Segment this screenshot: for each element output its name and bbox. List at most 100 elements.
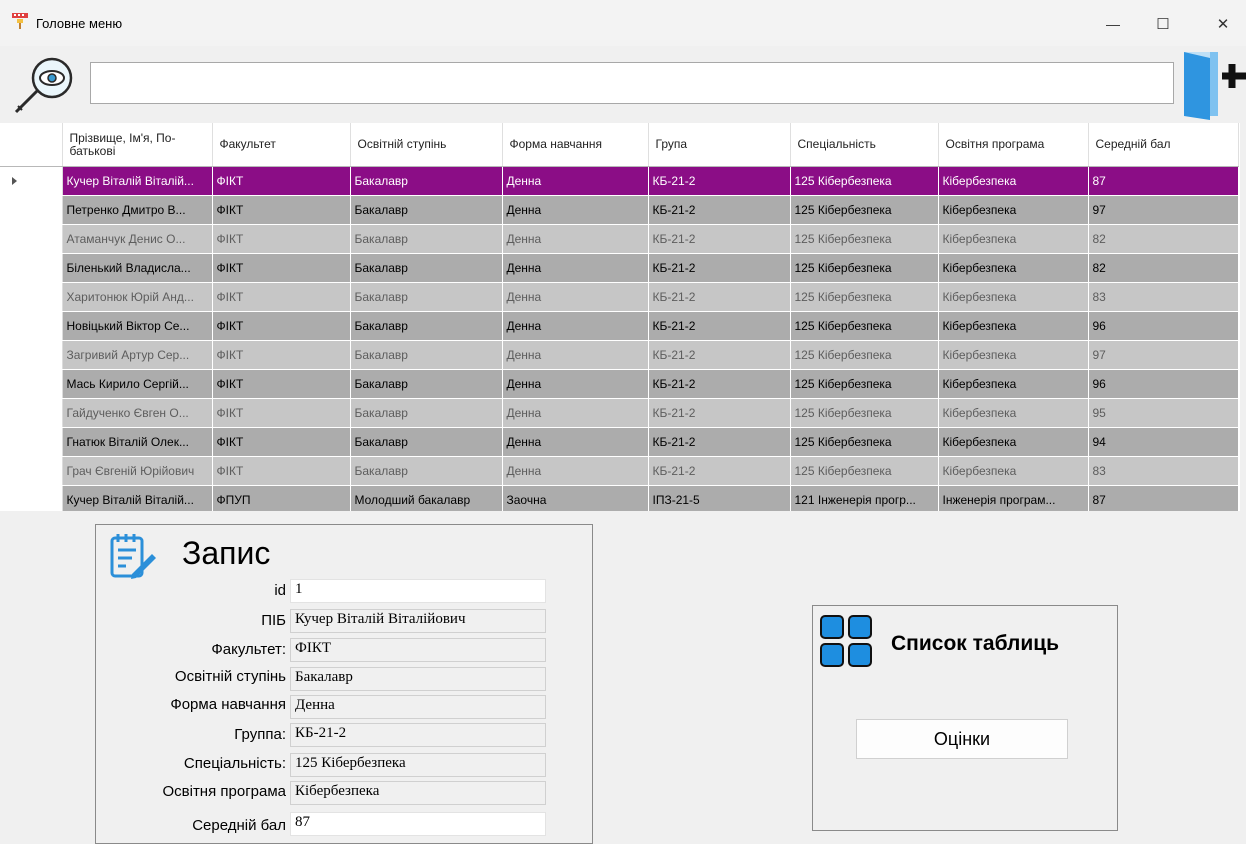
cell-program[interactable]: Кібербезпека	[938, 224, 1089, 254]
cell-program[interactable]: Кібербезпека	[938, 398, 1089, 428]
row-header[interactable]	[0, 253, 63, 283]
cell-average[interactable]: 97	[1088, 340, 1239, 370]
row-header[interactable]	[0, 340, 63, 370]
cell-program[interactable]: Кібербезпека	[938, 427, 1089, 457]
col-header-average[interactable]: Середній бал	[1088, 123, 1239, 167]
cell-study-form[interactable]: Денна	[502, 340, 649, 370]
field-degree[interactable]: Бакалавр	[290, 667, 546, 691]
cell-study-form[interactable]: Денна	[502, 166, 649, 196]
cell-specialty[interactable]: 125 Кібербезпека	[790, 340, 939, 370]
cell-average[interactable]: 83	[1088, 456, 1239, 486]
cell-specialty[interactable]: 125 Кібербезпека	[790, 311, 939, 341]
cell-specialty[interactable]: 125 Кібербезпека	[790, 166, 939, 196]
cell-faculty[interactable]: ФІКТ	[212, 224, 351, 254]
cell-faculty[interactable]: ФПУП	[212, 485, 351, 511]
table-row[interactable]: Атаманчук Денис О... ФІКТ Бакалавр Денна КБ-…	[0, 224, 1239, 254]
cell-study-form[interactable]: Заочна	[502, 485, 649, 511]
cell-specialty[interactable]: 125 Кібербезпека	[790, 195, 939, 225]
table-row[interactable]: Гнатюк Віталій Олек... ФІКТ Бакалавр Денна К…	[0, 427, 1239, 457]
col-header-study-form[interactable]: Форма навчання	[502, 123, 649, 167]
cell-program[interactable]: Кібербезпека	[938, 253, 1089, 283]
table-row[interactable]: Мась Кирило Сергій... ФІКТ Бакалавр Денна КБ…	[0, 369, 1239, 399]
cell-specialty[interactable]: 125 Кібербезпека	[790, 398, 939, 428]
row-header[interactable]	[0, 195, 63, 225]
cell-study-form[interactable]: Денна	[502, 282, 649, 312]
cell-average[interactable]: 82	[1088, 253, 1239, 283]
col-header-degree[interactable]: Освітній ступінь	[350, 123, 503, 167]
table-row[interactable]: Грач Євгеній Юрійович ФІКТ Бакалавр Денна КБ…	[0, 456, 1239, 486]
col-header-name[interactable]: Прізвище, Ім'я, По-батькові	[62, 123, 213, 167]
cell-faculty[interactable]: ФІКТ	[212, 398, 351, 428]
col-header-specialty[interactable]: Спеціальність	[790, 123, 939, 167]
row-header[interactable]	[0, 427, 63, 457]
cell-name[interactable]: Загривий Артур Сер...	[62, 340, 213, 370]
cell-average[interactable]: 95	[1088, 398, 1239, 428]
cell-program[interactable]: Кібербезпека	[938, 195, 1089, 225]
students-grid[interactable]: Прізвище, Ім'я, По-батькові Факультет Ос…	[0, 123, 1240, 511]
cell-study-form[interactable]: Денна	[502, 311, 649, 341]
cell-faculty[interactable]: ФІКТ	[212, 311, 351, 341]
exit-door-icon[interactable]	[1180, 48, 1246, 120]
cell-study-form[interactable]: Денна	[502, 369, 649, 399]
field-faculty[interactable]: ФІКТ	[290, 638, 546, 662]
col-header-program[interactable]: Освітня програма	[938, 123, 1089, 167]
cell-faculty[interactable]: ФІКТ	[212, 340, 351, 370]
col-header-faculty[interactable]: Факультет	[212, 123, 351, 167]
cell-name[interactable]: Гайдученко Євген О...	[62, 398, 213, 428]
cell-group[interactable]: КБ-21-2	[648, 456, 791, 486]
table-row[interactable]: Новіцький Віктор Се... ФІКТ Бакалавр Денна К…	[0, 311, 1239, 341]
cell-program[interactable]: Кібербезпека	[938, 311, 1089, 341]
cell-degree[interactable]: Бакалавр	[350, 340, 503, 370]
row-header[interactable]	[0, 282, 63, 312]
cell-specialty[interactable]: 125 Кібербезпека	[790, 456, 939, 486]
cell-average[interactable]: 97	[1088, 195, 1239, 225]
col-header-group[interactable]: Група	[648, 123, 791, 167]
field-study-form[interactable]: Денна	[290, 695, 546, 719]
table-row[interactable]: Харитонюк Юрій Анд... ФІКТ Бакалавр Денна КБ…	[0, 282, 1239, 312]
cell-degree[interactable]: Бакалавр	[350, 282, 503, 312]
cell-program[interactable]: Кібербезпека	[938, 369, 1089, 399]
cell-group[interactable]: ІПЗ-21-5	[648, 485, 791, 511]
cell-name[interactable]: Петренко Дмитро В...	[62, 195, 213, 225]
search-input[interactable]	[90, 62, 1174, 104]
cell-degree[interactable]: Бакалавр	[350, 311, 503, 341]
cell-program[interactable]: Кібербезпека	[938, 340, 1089, 370]
cell-average[interactable]: 94	[1088, 427, 1239, 457]
minimize-button[interactable]: —	[1090, 10, 1136, 38]
cell-study-form[interactable]: Денна	[502, 224, 649, 254]
row-header[interactable]	[0, 166, 63, 196]
cell-degree[interactable]: Бакалавр	[350, 369, 503, 399]
cell-study-form[interactable]: Денна	[502, 398, 649, 428]
row-header[interactable]	[0, 224, 63, 254]
search-eye-icon[interactable]	[8, 52, 84, 116]
cell-specialty[interactable]: 125 Кібербезпека	[790, 224, 939, 254]
cell-name[interactable]: Харитонюк Юрій Анд...	[62, 282, 213, 312]
field-pib[interactable]: Кучер Віталій Віталійович	[290, 609, 546, 633]
cell-faculty[interactable]: ФІКТ	[212, 195, 351, 225]
cell-group[interactable]: КБ-21-2	[648, 224, 791, 254]
table-row[interactable]: Гайдученко Євген О... ФІКТ Бакалавр Денна КБ…	[0, 398, 1239, 428]
cell-group[interactable]: КБ-21-2	[648, 340, 791, 370]
cell-faculty[interactable]: ФІКТ	[212, 282, 351, 312]
row-header[interactable]	[0, 311, 63, 341]
cell-specialty[interactable]: 125 Кібербезпека	[790, 253, 939, 283]
cell-program[interactable]: Кібербезпека	[938, 282, 1089, 312]
grades-button[interactable]: Оцінки	[856, 719, 1068, 759]
cell-group[interactable]: КБ-21-2	[648, 398, 791, 428]
cell-group[interactable]: КБ-21-2	[648, 166, 791, 196]
cell-faculty[interactable]: ФІКТ	[212, 456, 351, 486]
cell-degree[interactable]: Бакалавр	[350, 253, 503, 283]
cell-average[interactable]: 96	[1088, 369, 1239, 399]
cell-group[interactable]: КБ-21-2	[648, 195, 791, 225]
cell-group[interactable]: КБ-21-2	[648, 427, 791, 457]
cell-program[interactable]: Кібербезпека	[938, 456, 1089, 486]
cell-degree[interactable]: Бакалавр	[350, 195, 503, 225]
cell-name[interactable]: Кучер Віталій Віталій...	[62, 485, 213, 511]
row-header[interactable]	[0, 369, 63, 399]
table-row[interactable]: Кучер Віталій Віталій... ФІКТ Бакалавр Денн…	[0, 166, 1239, 196]
cell-faculty[interactable]: ФІКТ	[212, 427, 351, 457]
cell-average[interactable]: 87	[1088, 485, 1239, 511]
cell-group[interactable]: КБ-21-2	[648, 311, 791, 341]
cell-program[interactable]: Кібербезпека	[938, 166, 1089, 196]
cell-study-form[interactable]: Денна	[502, 195, 649, 225]
